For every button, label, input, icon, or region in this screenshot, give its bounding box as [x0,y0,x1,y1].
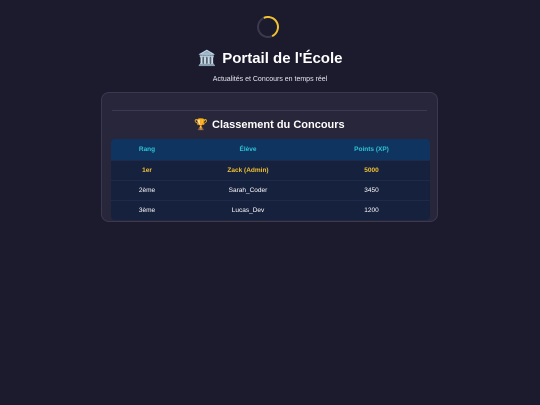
column-header-rank: Rang [138,146,156,153]
loading-spinner-icon [253,12,283,42]
page: 🏛️ Portail de l'École Actualités et Conc… [0,0,540,405]
points-cell: 3450 [364,187,379,194]
rank-cell: 3ème [138,207,156,214]
page-title-text: Portail de l'École [222,50,343,67]
page-subtitle: Actualités et Concours en temps réel [212,76,328,83]
points-cell: 1200 [364,207,379,214]
table-row: 2ème Sarah_Coder 3450 [111,180,430,200]
rank-cell: 2ème [138,187,156,194]
table-row: 3ème Lucas_Dev 1200 [111,200,430,220]
page-title: 🏛️ Portail de l'École [0,50,540,67]
leaderboard-table: Rang Élève Points (XP) 1er Zack (Admin) … [111,139,430,220]
trophy-icon: 🏆 [194,118,209,131]
school-building-icon: 🏛️ [197,50,217,67]
column-header-points: Points (XP) [354,146,389,153]
leaderboard-title: 🏆 Classement du Concours [102,119,437,131]
card-divider [112,110,427,111]
leaderboard-card: 🏆 Classement du Concours Rang Élève Poin… [101,92,438,222]
student-cell: Zack (Admin) [227,167,269,174]
table-row: 1er Zack (Admin) 5000 [111,160,430,180]
table-header-row: Rang Élève Points (XP) [111,139,430,160]
leaderboard-title-text: Classement du Concours [212,119,345,131]
column-header-student: Élève [239,146,257,153]
points-cell: 5000 [364,167,379,174]
student-cell: Lucas_Dev [231,207,265,214]
rank-cell: 1er [142,167,152,174]
student-cell: Sarah_Coder [228,187,268,194]
